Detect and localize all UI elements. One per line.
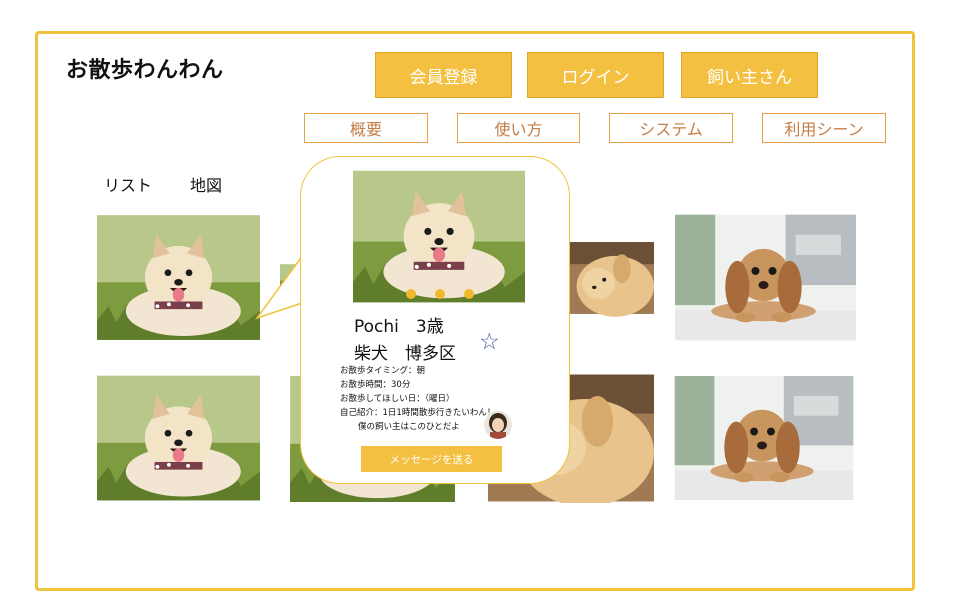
- detail-photo[interactable]: [353, 167, 525, 306]
- dog-photo-pomeranian: [97, 373, 260, 503]
- carousel-dot[interactable]: [406, 289, 416, 299]
- dog-breed-area: 柴犬 博多区: [354, 344, 456, 364]
- self-introduction: 自己紹介：1日1時間散歩行きたいわん！: [340, 408, 496, 418]
- register-button[interactable]: 会員登録: [375, 52, 512, 98]
- carousel-dot[interactable]: [464, 289, 474, 299]
- send-message-button[interactable]: メッセージを送る: [361, 446, 502, 472]
- owner-button[interactable]: 飼い主さん: [681, 52, 818, 98]
- dog-card-photo[interactable]: [97, 373, 260, 503]
- tab-list[interactable]: リスト: [104, 172, 152, 196]
- dog-photo-pomeranian: [97, 213, 260, 342]
- dog-photo-pomeranian: [353, 167, 525, 306]
- dog-photo-dachshund: [675, 214, 856, 341]
- dog-name-age: Pochi 3歳: [354, 317, 444, 337]
- walk-duration: お散歩時間：30分: [340, 380, 411, 390]
- walk-timing: お散歩タイミング：朝: [340, 366, 426, 376]
- star-icon[interactable]: ☆: [479, 331, 500, 354]
- login-button[interactable]: ログイン: [527, 52, 664, 98]
- nav-how-to-use[interactable]: 使い方: [457, 113, 580, 143]
- nav-system[interactable]: システム: [609, 113, 733, 143]
- dog-card-photo[interactable]: [560, 213, 654, 343]
- nav-overview[interactable]: 概要: [304, 113, 428, 143]
- nav-use-cases[interactable]: 利用シーン: [762, 113, 886, 143]
- dog-card-photo[interactable]: [673, 376, 855, 500]
- tab-map[interactable]: 地図: [190, 172, 222, 196]
- brand-title: お散歩わんわん: [66, 58, 224, 83]
- dog-card-photo[interactable]: [97, 213, 260, 342]
- dog-photo-dachshund: [673, 376, 855, 500]
- owner-avatar[interactable]: [484, 411, 512, 439]
- walk-days: お散歩してほしい日：（曜日）: [340, 394, 455, 404]
- carousel-dot[interactable]: [435, 289, 445, 299]
- owner-caption: 僕の飼い主はこのひとだよ: [358, 422, 460, 432]
- dog-photo-labrador: [560, 213, 654, 343]
- avatar-photo: [484, 411, 512, 439]
- dog-card-photo[interactable]: [675, 214, 856, 341]
